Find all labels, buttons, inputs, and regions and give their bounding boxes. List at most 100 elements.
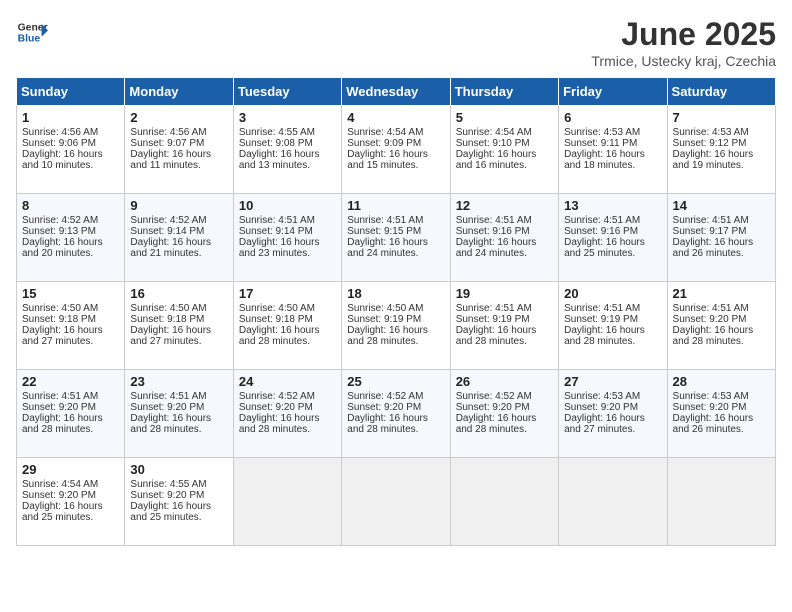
col-header-friday: Friday	[559, 78, 667, 106]
sunset-label: Sunset: 9:20 PM	[22, 490, 96, 501]
logo: General Blue	[16, 16, 48, 48]
sunset-label: Sunset: 9:15 PM	[347, 226, 421, 237]
day-number: 2	[130, 110, 227, 125]
month-title: June 2025	[591, 16, 776, 53]
sunset-label: Sunset: 9:20 PM	[564, 402, 638, 413]
sunrise-label: Sunrise: 4:51 AM	[239, 215, 315, 226]
sunrise-label: Sunrise: 4:51 AM	[564, 215, 640, 226]
col-header-tuesday: Tuesday	[233, 78, 341, 106]
sunset-label: Sunset: 9:08 PM	[239, 138, 313, 149]
sunset-label: Sunset: 9:18 PM	[22, 314, 96, 325]
svg-text:Blue: Blue	[18, 34, 41, 45]
col-header-thursday: Thursday	[450, 78, 558, 106]
sunset-label: Sunset: 9:20 PM	[673, 402, 747, 413]
sunset-label: Sunset: 9:19 PM	[564, 314, 638, 325]
day-number: 22	[22, 374, 119, 389]
day-number: 18	[347, 286, 444, 301]
day-number: 7	[673, 110, 770, 125]
calendar-cell: 22 Sunrise: 4:51 AM Sunset: 9:20 PM Dayl…	[17, 370, 125, 458]
day-number: 11	[347, 198, 444, 213]
sunset-label: Sunset: 9:10 PM	[456, 138, 530, 149]
daylight-label: Daylight: 16 hours and 24 minutes.	[456, 237, 537, 259]
sunrise-label: Sunrise: 4:52 AM	[456, 391, 532, 402]
calendar-cell	[559, 458, 667, 546]
sunrise-label: Sunrise: 4:52 AM	[130, 215, 206, 226]
sunset-label: Sunset: 9:11 PM	[564, 138, 637, 149]
calendar-cell: 9 Sunrise: 4:52 AM Sunset: 9:14 PM Dayli…	[125, 194, 233, 282]
calendar-cell	[233, 458, 341, 546]
day-number: 27	[564, 374, 661, 389]
sunset-label: Sunset: 9:09 PM	[347, 138, 421, 149]
day-number: 20	[564, 286, 661, 301]
daylight-label: Daylight: 16 hours and 16 minutes.	[456, 149, 537, 171]
col-header-saturday: Saturday	[667, 78, 775, 106]
daylight-label: Daylight: 16 hours and 19 minutes.	[673, 149, 754, 171]
sunset-label: Sunset: 9:16 PM	[564, 226, 638, 237]
sunrise-label: Sunrise: 4:51 AM	[130, 391, 206, 402]
sunrise-label: Sunrise: 4:52 AM	[347, 391, 423, 402]
sunrise-label: Sunrise: 4:51 AM	[456, 215, 532, 226]
sunset-label: Sunset: 9:20 PM	[347, 402, 421, 413]
daylight-label: Daylight: 16 hours and 25 minutes.	[22, 501, 103, 523]
daylight-label: Daylight: 16 hours and 27 minutes.	[564, 413, 645, 435]
calendar-cell: 15 Sunrise: 4:50 AM Sunset: 9:18 PM Dayl…	[17, 282, 125, 370]
sunrise-label: Sunrise: 4:51 AM	[673, 303, 749, 314]
calendar-cell: 13 Sunrise: 4:51 AM Sunset: 9:16 PM Dayl…	[559, 194, 667, 282]
daylight-label: Daylight: 16 hours and 28 minutes.	[239, 325, 320, 347]
location: Trmice, Ustecky kraj, Czechia	[591, 53, 776, 69]
day-number: 16	[130, 286, 227, 301]
sunset-label: Sunset: 9:07 PM	[130, 138, 204, 149]
header-row: SundayMondayTuesdayWednesdayThursdayFrid…	[17, 78, 776, 106]
daylight-label: Daylight: 16 hours and 28 minutes.	[347, 325, 428, 347]
page-header: General Blue June 2025 Trmice, Ustecky k…	[16, 16, 776, 69]
calendar-cell: 6 Sunrise: 4:53 AM Sunset: 9:11 PM Dayli…	[559, 106, 667, 194]
calendar-cell: 20 Sunrise: 4:51 AM Sunset: 9:19 PM Dayl…	[559, 282, 667, 370]
calendar-cell: 19 Sunrise: 4:51 AM Sunset: 9:19 PM Dayl…	[450, 282, 558, 370]
sunset-label: Sunset: 9:06 PM	[22, 138, 96, 149]
sunset-label: Sunset: 9:20 PM	[456, 402, 530, 413]
calendar-cell: 14 Sunrise: 4:51 AM Sunset: 9:17 PM Dayl…	[667, 194, 775, 282]
calendar-cell: 12 Sunrise: 4:51 AM Sunset: 9:16 PM Dayl…	[450, 194, 558, 282]
sunrise-label: Sunrise: 4:53 AM	[673, 391, 749, 402]
calendar-cell	[450, 458, 558, 546]
daylight-label: Daylight: 16 hours and 21 minutes.	[130, 237, 211, 259]
calendar-cell: 23 Sunrise: 4:51 AM Sunset: 9:20 PM Dayl…	[125, 370, 233, 458]
sunset-label: Sunset: 9:20 PM	[239, 402, 313, 413]
calendar-cell: 5 Sunrise: 4:54 AM Sunset: 9:10 PM Dayli…	[450, 106, 558, 194]
daylight-label: Daylight: 16 hours and 27 minutes.	[130, 325, 211, 347]
calendar-cell: 28 Sunrise: 4:53 AM Sunset: 9:20 PM Dayl…	[667, 370, 775, 458]
logo-icon: General Blue	[16, 16, 48, 48]
day-number: 14	[673, 198, 770, 213]
day-number: 26	[456, 374, 553, 389]
day-number: 15	[22, 286, 119, 301]
daylight-label: Daylight: 16 hours and 26 minutes.	[673, 413, 754, 435]
sunrise-label: Sunrise: 4:56 AM	[130, 127, 206, 138]
sunset-label: Sunset: 9:12 PM	[673, 138, 747, 149]
day-number: 4	[347, 110, 444, 125]
day-number: 12	[456, 198, 553, 213]
day-number: 19	[456, 286, 553, 301]
daylight-label: Daylight: 16 hours and 10 minutes.	[22, 149, 103, 171]
day-number: 25	[347, 374, 444, 389]
calendar-cell: 1 Sunrise: 4:56 AM Sunset: 9:06 PM Dayli…	[17, 106, 125, 194]
daylight-label: Daylight: 16 hours and 28 minutes.	[456, 413, 537, 435]
sunrise-label: Sunrise: 4:54 AM	[347, 127, 423, 138]
sunset-label: Sunset: 9:17 PM	[673, 226, 747, 237]
daylight-label: Daylight: 16 hours and 26 minutes.	[673, 237, 754, 259]
daylight-label: Daylight: 16 hours and 28 minutes.	[673, 325, 754, 347]
day-number: 1	[22, 110, 119, 125]
calendar-cell: 3 Sunrise: 4:55 AM Sunset: 9:08 PM Dayli…	[233, 106, 341, 194]
week-row-4: 22 Sunrise: 4:51 AM Sunset: 9:20 PM Dayl…	[17, 370, 776, 458]
sunrise-label: Sunrise: 4:51 AM	[22, 391, 98, 402]
sunrise-label: Sunrise: 4:54 AM	[456, 127, 532, 138]
week-row-3: 15 Sunrise: 4:50 AM Sunset: 9:18 PM Dayl…	[17, 282, 776, 370]
calendar-cell: 18 Sunrise: 4:50 AM Sunset: 9:19 PM Dayl…	[342, 282, 450, 370]
week-row-2: 8 Sunrise: 4:52 AM Sunset: 9:13 PM Dayli…	[17, 194, 776, 282]
calendar-cell	[667, 458, 775, 546]
sunrise-label: Sunrise: 4:50 AM	[239, 303, 315, 314]
daylight-label: Daylight: 16 hours and 28 minutes.	[239, 413, 320, 435]
sunrise-label: Sunrise: 4:56 AM	[22, 127, 98, 138]
day-number: 17	[239, 286, 336, 301]
calendar-cell: 2 Sunrise: 4:56 AM Sunset: 9:07 PM Dayli…	[125, 106, 233, 194]
daylight-label: Daylight: 16 hours and 23 minutes.	[239, 237, 320, 259]
